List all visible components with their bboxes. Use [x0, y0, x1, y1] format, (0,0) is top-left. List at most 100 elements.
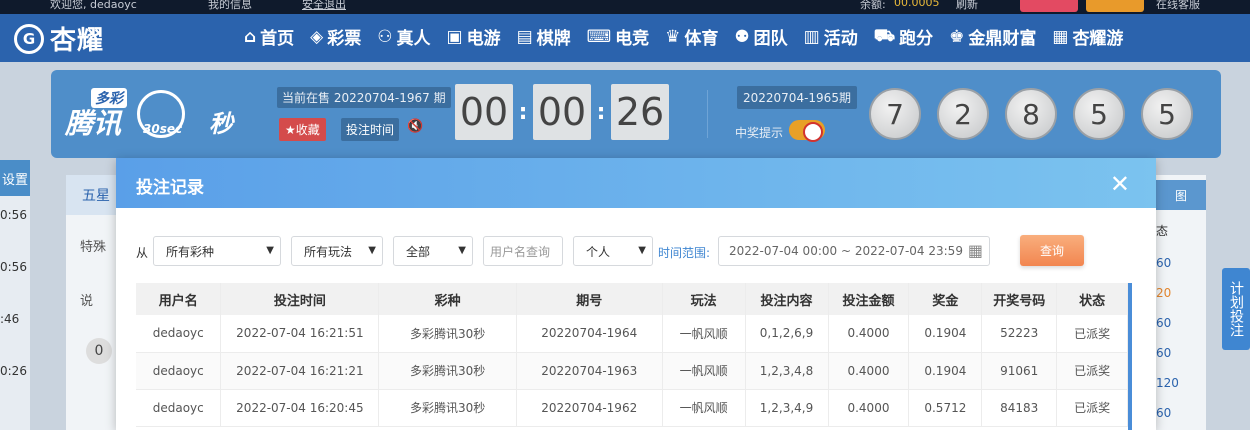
nav-icon: ▥ — [803, 26, 820, 47]
table-cell: 0.1904 — [908, 352, 983, 390]
win-tip-label: 中奖提示 — [735, 126, 784, 140]
nav-label: 棋牌 — [536, 29, 571, 49]
table-row[interactable]: dedaoyc 2022-07-04 16:20:45 多彩腾讯30秒 2022070… — [136, 389, 1128, 427]
scope-select[interactable]: 个人 ▼ — [573, 236, 653, 266]
greeting-text: 欢迎您, dedaoyc — [50, 0, 137, 11]
time-range-label: 时间范围: — [658, 246, 711, 260]
balance-label: 余额: — [860, 0, 886, 11]
withdraw-button[interactable] — [1086, 0, 1144, 12]
site-logo[interactable]: G 杏耀 — [14, 20, 104, 57]
table-cell: 2022-07-04 16:20:45 — [220, 389, 380, 427]
lottery-select[interactable]: 所有彩种 ▼ — [153, 236, 281, 266]
chart-header[interactable]: 图 — [1156, 180, 1206, 210]
right-value: 120 — [1156, 376, 1179, 390]
nav-label: 电竞 — [615, 29, 650, 49]
nav-item-11[interactable]: ▦ 杏耀游 — [1052, 24, 1124, 50]
logout-link[interactable]: 安全退出 — [302, 0, 346, 12]
special-row: 特殊 — [80, 240, 107, 255]
status-select-value: 全部 — [406, 244, 431, 259]
nav-item-2[interactable]: ⚇ 真人 — [377, 24, 430, 50]
favorite-button[interactable]: ★收藏 — [279, 118, 326, 141]
nav-item-9[interactable]: ⛟ 跑分 — [873, 24, 933, 50]
mute-icon[interactable]: 🔇 — [407, 119, 423, 134]
column-header: 用户名 — [136, 283, 222, 315]
result-ball: 5 — [1073, 88, 1125, 140]
play-select-value: 所有玩法 — [304, 244, 353, 259]
table-cell: 2022-07-04 16:21:51 — [220, 315, 380, 353]
result-ball: 8 — [1005, 88, 1057, 140]
modal-header: 投注记录 ✕ — [116, 158, 1156, 208]
divider — [707, 90, 708, 138]
zero-ball[interactable]: 0 — [86, 338, 112, 364]
result-balls: 72855 — [869, 88, 1193, 140]
table-cell: 2022-07-04 16:21:21 — [220, 352, 380, 390]
column-header: 彩种 — [378, 283, 517, 315]
from-label: 从 — [136, 246, 149, 260]
nav-label: 杏耀游 — [1072, 29, 1124, 49]
table-cell: 20220704-1963 — [516, 352, 663, 390]
username-input[interactable]: 用户名查询 — [483, 236, 563, 266]
table-cell: 1,2,3,4,9 — [745, 389, 829, 427]
status-select[interactable]: 全部 ▼ — [393, 236, 473, 266]
table-cell: 91061 — [981, 352, 1058, 390]
time-range-input[interactable]: 2022-07-04 00:00 ~ 2022-07-04 23:59 ▦ — [718, 236, 990, 266]
table-row[interactable]: dedaoyc 2022-07-04 16:21:21 多彩腾讯30秒 2022070… — [136, 352, 1128, 390]
nav-item-6[interactable]: ♛ 体育 — [665, 24, 719, 50]
my-info-link[interactable]: 我的信息 — [208, 0, 252, 12]
nav-item-10[interactable]: ♚ 金鼎财富 — [949, 24, 1036, 50]
table-cell: 20220704-1962 — [516, 389, 663, 427]
nav-item-0[interactable]: ⌂ 首页 — [244, 24, 294, 50]
column-header: 投注金额 — [828, 283, 910, 315]
table-cell: 0.4000 — [828, 315, 910, 353]
column-header: 期号 — [516, 283, 663, 315]
countdown-timer: 00 : 00 : 26 — [455, 84, 669, 140]
table-cell: 20220704-1964 — [516, 315, 663, 353]
nav-item-4[interactable]: ▤ 棋牌 — [517, 24, 571, 50]
calendar-icon[interactable]: ▦ — [968, 241, 983, 260]
left-time: 0:56 — [0, 208, 27, 222]
close-icon[interactable]: ✕ — [1110, 170, 1130, 198]
plan-bet-button[interactable]: 计划投注 — [1222, 268, 1250, 350]
refresh-link[interactable]: 刷新 — [956, 0, 978, 12]
status-header: 态 — [1156, 224, 1169, 238]
scrollbar[interactable] — [1128, 283, 1132, 430]
table-cell: 一帆风顺 — [662, 389, 746, 427]
nav-item-1[interactable]: ◈ 彩票 — [310, 24, 361, 50]
left-time: :46 — [0, 312, 20, 326]
nav-items: ⌂ 首页 ◈ 彩票 ⚇ 真人 ▣ 电游 ▤ 棋牌 ⌨ 电竞 ♛ 体育 ⚉ 团队 ▥ 活动 ⛟ 跑分 ♚ 金鼎财富 ▦ 杏耀游 — [244, 24, 1139, 50]
username-placeholder: 用户名查询 — [490, 244, 551, 259]
result-ball: 5 — [1141, 88, 1193, 140]
table-cell: 0.5712 — [908, 389, 983, 427]
play-select[interactable]: 所有玩法 ▼ — [291, 236, 383, 266]
chevron-down-icon: ▼ — [368, 245, 376, 256]
table-cell: 84183 — [981, 389, 1058, 427]
timer-seconds: 26 — [611, 84, 669, 140]
table-cell: 多彩腾讯30秒 — [378, 389, 517, 427]
column-header: 开奖号码 — [981, 283, 1058, 315]
chevron-down-icon: ▼ — [638, 245, 646, 256]
online-service-link[interactable]: 在线客服 — [1156, 0, 1200, 12]
lottery-select-value: 所有彩种 — [166, 244, 215, 259]
nav-label: 团队 — [753, 29, 788, 49]
nav-icon: ⚇ — [377, 26, 393, 47]
modal-title: 投注记录 — [136, 178, 204, 198]
nav-item-5[interactable]: ⌨ 电竞 — [587, 24, 650, 50]
nav-label: 体育 — [684, 29, 719, 49]
bet-time-button[interactable]: 投注时间 — [341, 118, 400, 141]
recharge-button[interactable] — [1020, 0, 1078, 12]
time-range-value: 2022-07-04 00:00 ~ 2022-07-04 23:59 — [729, 244, 963, 258]
nav-item-7[interactable]: ⚉ 团队 — [734, 24, 788, 50]
logo-text: 杏耀 — [50, 26, 105, 56]
timer-separator: : — [518, 99, 528, 125]
left-time: 0:56 — [0, 260, 27, 274]
nav-label: 电游 — [466, 29, 501, 49]
query-button[interactable]: 查询 — [1020, 235, 1084, 266]
table-body: dedaoyc 2022-07-04 16:21:51 多彩腾讯30秒 2022070… — [136, 315, 1128, 427]
right-value: 60 — [1156, 346, 1172, 360]
table-row[interactable]: dedaoyc 2022-07-04 16:21:51 多彩腾讯30秒 2022070… — [136, 315, 1128, 353]
nav-item-3[interactable]: ▣ 电游 — [447, 24, 501, 50]
nav-item-8[interactable]: ▥ 活动 — [803, 24, 858, 50]
column-header: 投注时间 — [220, 283, 380, 315]
nav-icon: ⛟ — [873, 25, 896, 46]
win-tip-toggle[interactable] — [789, 120, 825, 142]
